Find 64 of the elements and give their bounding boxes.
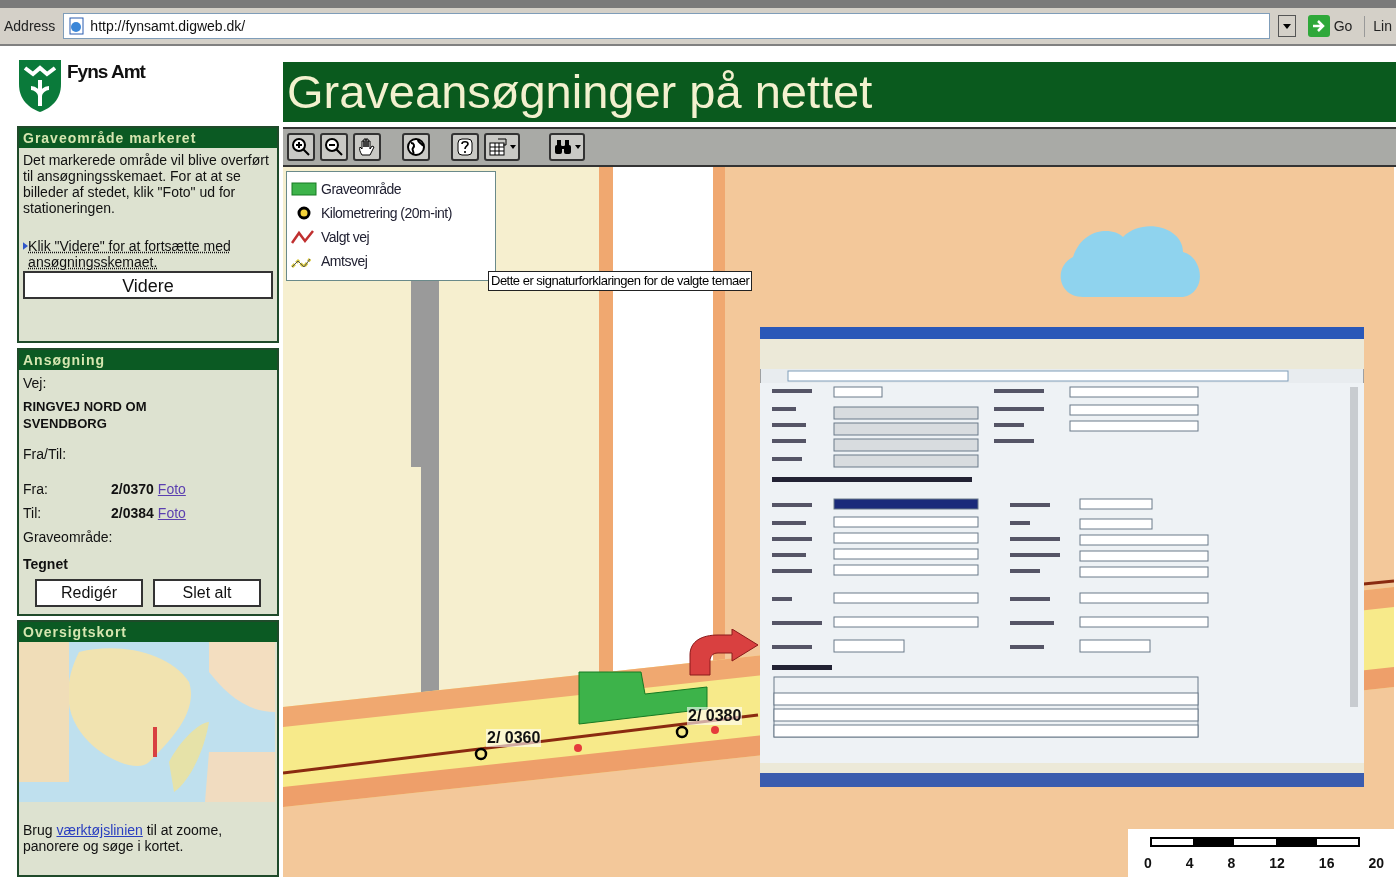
field-label: Fra: [23, 480, 49, 499]
scale-label: 20 [1368, 854, 1384, 873]
zoom-out-icon [324, 137, 344, 157]
area-swatch-icon [291, 180, 317, 198]
photo-link[interactable]: Foto [157, 479, 186, 500]
logo-text: Fyns Amt [67, 60, 145, 84]
station-marker-icon [675, 725, 689, 739]
field-label: Graveområde: [23, 528, 114, 547]
legend-label: Graveområde [321, 179, 402, 199]
field-value: Tegnet [23, 555, 69, 574]
pan-button[interactable] [353, 133, 381, 161]
hand-icon [357, 137, 377, 157]
bullet-arrow-icon [23, 241, 29, 251]
road-name: RINGVEJ NORD OM SVENDBORG [23, 398, 148, 432]
globe-button[interactable] [402, 133, 430, 161]
action-button[interactable]: Redigér [35, 579, 143, 607]
scale-label: 16 [1318, 854, 1335, 873]
tooltip: Dette er signaturforklaringen for de valgte temaer [488, 271, 753, 291]
caret-icon [510, 145, 516, 149]
help-text: Brug værktøjslinien til at zoome, panorere og søge i kortet. [22, 822, 224, 854]
field-label: Fra/Til: [23, 445, 68, 464]
continue-button[interactable]: Videre [23, 271, 273, 299]
caret-icon [575, 145, 581, 149]
zoom-in-button[interactable] [287, 133, 315, 161]
station-value: 2/0384 [111, 504, 154, 523]
station-value: 2/0370 [111, 480, 154, 499]
zigzag-line-icon [291, 228, 317, 246]
scale-label: 4 [1185, 854, 1194, 873]
hint-text: Klik "Videre" for at fortsætte med ansøgningsskemaet. [28, 238, 232, 270]
legend-label: Kilometrering (20m-int) [321, 203, 452, 223]
page-title: Graveansøgninger på nettet [283, 62, 1396, 122]
layers-dropdown-button[interactable] [484, 133, 520, 161]
panel-header: Graveområde markeret [19, 128, 277, 148]
info-text: Det markerede område vil blive overført til ansøgningsskemaet. For at at se billeder af stedet, klik "Foto" ud for stationeringen. [22, 151, 270, 216]
scale-label: 8 [1227, 854, 1236, 873]
curved-arrow-icon [688, 629, 760, 677]
legend-label: Amtsvej [321, 251, 368, 271]
scale-label: 0 [1144, 854, 1152, 873]
scale-label: 12 [1269, 854, 1285, 873]
photo-link[interactable]: Foto [157, 503, 186, 524]
table-icon [488, 137, 508, 157]
zoom-out-button[interactable] [320, 133, 348, 161]
station-label: 2/ 0360 [486, 729, 542, 747]
zoom-in-icon [291, 137, 311, 157]
panel-header: Ansøgning [19, 350, 277, 370]
panel-header: Oversigtskort [19, 622, 277, 642]
station-marker-icon [474, 747, 488, 761]
field-label: Til: [23, 504, 43, 523]
help-icon [455, 137, 475, 157]
legend-label: Valgt vej [321, 227, 370, 247]
action-button[interactable]: Slet alt [153, 579, 261, 607]
address-label: Address [4, 16, 56, 36]
address-field[interactable]: http://fynsamt.digweb.dk/ [63, 13, 1270, 39]
binoculars-icon [553, 137, 573, 157]
shield-logo-icon [17, 58, 63, 114]
toolbar-link[interactable]: værktøjslinien [56, 822, 143, 838]
field-label: Vej: [23, 374, 48, 393]
links-label[interactable]: Lin [1364, 15, 1392, 37]
station-label: 2/ 0380 [687, 707, 743, 725]
globe-icon [406, 137, 426, 157]
help-button[interactable] [451, 133, 479, 161]
find-dropdown-button[interactable] [549, 133, 585, 161]
page-icon [68, 17, 87, 35]
go-button[interactable]: Go [1303, 15, 1357, 37]
